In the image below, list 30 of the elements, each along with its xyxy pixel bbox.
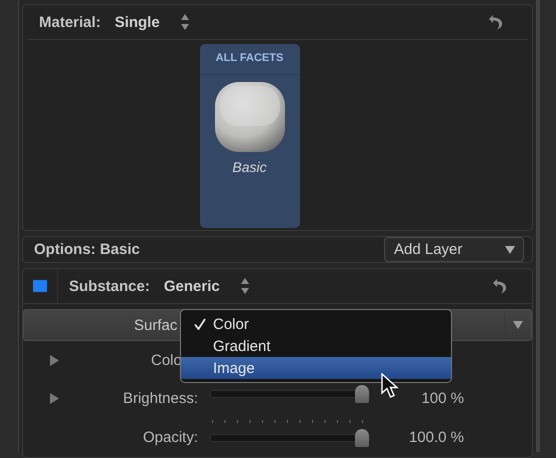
parameter-label: Brightness: [122,390,198,406]
facet-card[interactable]: ALL FACETS Basic [200,44,300,228]
caret-icon [513,321,523,329]
value-readout: 100.0 % [408,428,464,446]
material-value: Single [114,14,160,30]
substance-value: Generic [164,278,220,294]
parameter-label: Opacity: [142,428,198,446]
substance-label: Substance: [69,278,150,294]
slider-thumb[interactable] [355,428,369,446]
add-layer-button[interactable]: Add Layer [384,237,524,262]
enable-checkbox[interactable] [33,280,47,292]
checkmark-icon [194,318,206,330]
disclosure-triangle-icon[interactable] [50,354,58,366]
slider-track[interactable] [210,385,370,403]
card-header: ALL FACETS [200,44,300,75]
value-readout: 100 % [420,390,464,406]
caret-icon [505,246,515,254]
slider-thumb[interactable] [355,385,369,403]
stepper-icon[interactable] [180,13,190,31]
stepper-icon[interactable] [240,277,250,295]
slider-track[interactable] [210,428,370,446]
undo-icon[interactable] [492,277,508,295]
menu-item[interactable]: Image [181,357,451,379]
material-label: Material: [39,14,101,30]
options-label: Options: Basic [34,241,140,258]
material-name: Basic [232,159,267,175]
menu-item[interactable]: Gradient [181,335,451,357]
undo-icon[interactable] [488,13,504,31]
disclosure-triangle-icon[interactable] [50,392,58,404]
menu-item[interactable]: Color [181,313,451,335]
